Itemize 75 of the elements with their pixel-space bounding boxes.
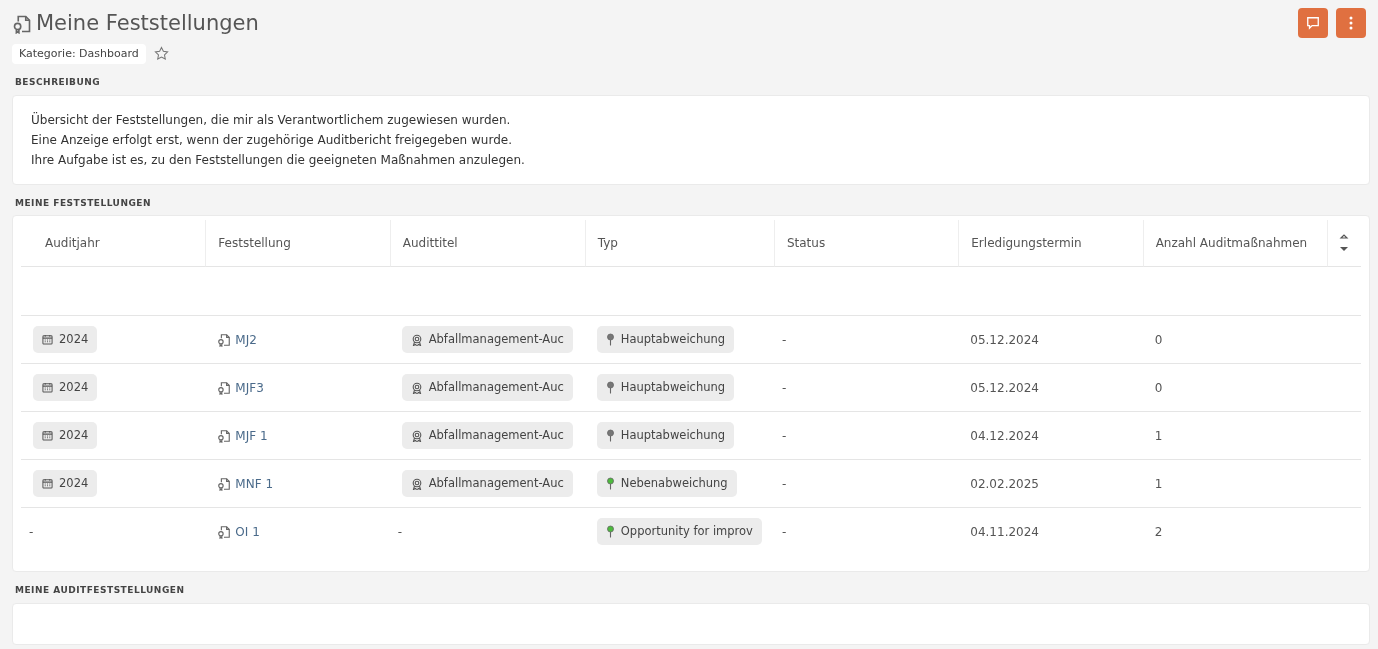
audit-tag[interactable]: Abfallmanagement-Auc — [401, 325, 573, 354]
vertical-dots-icon — [1349, 16, 1353, 30]
finding-link[interactable]: MJF3 — [235, 378, 264, 397]
calendar-icon — [42, 430, 53, 441]
document-icon — [217, 524, 232, 539]
type-tag: Opportunity for improv — [596, 517, 762, 546]
document-icon — [217, 380, 232, 395]
medal-icon — [410, 333, 423, 346]
column-header[interactable]: Audittitel — [402, 236, 458, 250]
table-cell-text: 02.02.2025 — [970, 475, 1039, 493]
table-cell-text: 04.11.2024 — [970, 523, 1039, 541]
year-tag: 2024 — [33, 421, 98, 450]
year-tag: 2024 — [33, 469, 98, 498]
calendar-icon — [42, 382, 53, 393]
table-cell-text: 05.12.2024 — [970, 379, 1039, 397]
table-cell-text: 05.12.2024 — [970, 331, 1039, 349]
section-heading: MEINE FESTSTELLUNGEN — [15, 196, 152, 210]
finding-link[interactable]: MJF 1 — [235, 426, 268, 445]
audit-tag[interactable]: Abfallmanagement-Auc — [401, 421, 573, 450]
table-cell-text: 0 — [1154, 331, 1163, 349]
document-icon — [217, 476, 232, 491]
favorite-star-icon[interactable] — [153, 46, 169, 62]
table-cell-text: 1 — [1154, 427, 1163, 445]
pin-icon — [605, 381, 615, 394]
table-cell-text: - — [29, 523, 34, 541]
description-text: Übersicht der Feststellungen, die mir als Verantwortlichem zugewiesen wurden. — [31, 111, 512, 129]
type-tag: Hauptabweichung — [596, 421, 735, 450]
medal-icon — [410, 381, 423, 394]
description-text: Ihre Aufgabe ist es, zu den Feststellungen die geeigneten Maßnahmen anzulegen. — [31, 151, 526, 169]
comment-button[interactable] — [1298, 8, 1328, 38]
type-tag: Nebenabweichung — [596, 469, 737, 498]
table-cell-text: 04.12.2024 — [970, 427, 1039, 445]
section-heading: BESCHREIBUNG — [15, 76, 102, 89]
column-header[interactable]: Auditjahr — [45, 236, 100, 250]
speech-bubble-icon — [1306, 16, 1320, 30]
calendar-icon — [42, 478, 53, 489]
pin-icon — [605, 333, 615, 346]
pin-icon — [605, 525, 615, 538]
table-cell-text: - — [781, 331, 787, 349]
table-cell-text: - — [781, 379, 787, 397]
page-title: Meine Feststellungen — [36, 10, 259, 37]
table-cell-text: - — [781, 475, 787, 493]
more-menu-button[interactable] — [1336, 8, 1366, 38]
column-header[interactable]: Feststellung — [218, 236, 291, 250]
column-header[interactable]: Status — [786, 236, 826, 250]
finding-link[interactable]: MJ2 — [235, 330, 257, 349]
section-heading: MEINE AUDITFESTSTELLUNGEN — [15, 584, 186, 597]
document-icon — [217, 332, 232, 347]
finding-link[interactable]: OI 1 — [235, 522, 260, 541]
audit-tag[interactable]: Abfallmanagement-Auc — [401, 373, 573, 402]
table-cell-text: - — [397, 523, 403, 541]
year-tag: 2024 — [33, 373, 98, 402]
calendar-icon — [42, 334, 53, 345]
column-header[interactable]: Erledigungstermin — [971, 236, 1082, 250]
medal-icon — [410, 477, 423, 490]
category-label: Kategorie: Dashboard — [12, 43, 146, 64]
table-cell-text: - — [781, 427, 787, 445]
table-cell-text: 2 — [1154, 523, 1163, 541]
audit-tag[interactable]: Abfallmanagement-Auc — [401, 469, 573, 498]
medal-icon — [410, 429, 423, 442]
type-tag: Hauptabweichung — [596, 373, 735, 402]
year-tag: 2024 — [33, 325, 98, 354]
table-cell-text: - — [781, 523, 787, 541]
finding-link[interactable]: MNF 1 — [235, 474, 274, 493]
pin-icon — [605, 477, 615, 490]
pin-icon — [605, 429, 615, 442]
document-icon — [12, 13, 32, 34]
document-icon — [217, 428, 232, 443]
table-cell-text: 0 — [1154, 379, 1163, 397]
table-cell-text: 1 — [1154, 475, 1163, 493]
description-text: Eine Anzeige erfolgt erst, wenn der zugehörige Auditbericht freigegeben wurde. — [31, 131, 513, 149]
sort-icon — [1339, 232, 1350, 254]
column-header[interactable]: Typ — [597, 236, 618, 250]
column-header[interactable]: Anzahl Auditmaßnahmen — [1155, 236, 1308, 250]
type-tag: Hauptabweichung — [596, 325, 735, 354]
